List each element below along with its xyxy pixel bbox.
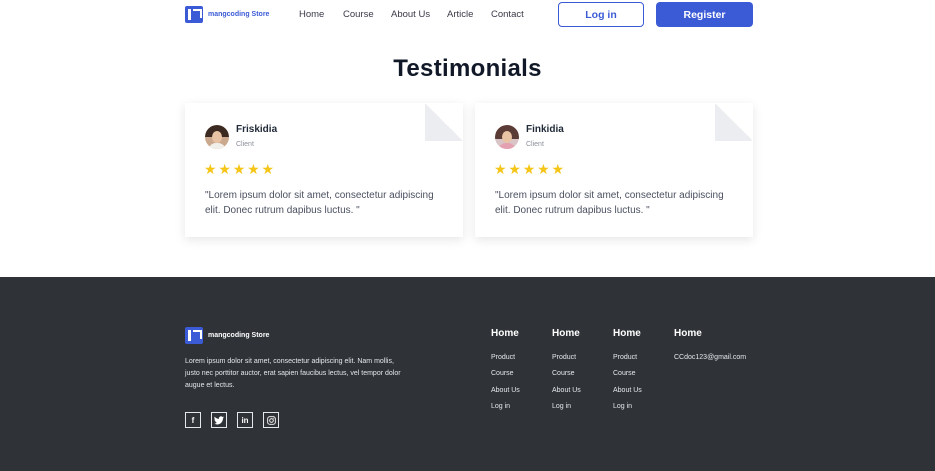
nav-link-article[interactable]: Article [447,9,473,20]
star-icon: ★ [232,161,246,177]
star-icon: ★ [218,161,231,177]
testimonial-name: Friskidia [236,124,278,135]
footer-link-course[interactable]: Course [613,370,636,377]
footer-column-title: Home [613,328,641,339]
nav-link-about-us[interactable]: About Us [391,9,430,20]
footer-column-title: Home [491,328,519,339]
register-button[interactable]: Register [656,2,753,27]
brand-name: mangcoding Store [208,11,270,18]
footer-link-login[interactable]: Log in [491,403,510,410]
login-button[interactable]: Log in [558,2,644,27]
footer-link-about-us[interactable]: About Us [613,387,642,394]
star-rating: ★ ★ ★ ★ ★ [204,161,276,177]
footer-link-login[interactable]: Log in [552,403,571,410]
footer: mangcoding Store Lorem ipsum dolor sit a… [0,277,935,471]
footer-link-about-us[interactable]: About Us [491,387,520,394]
testimonial-role: Client [236,141,254,148]
testimonial-card: Finkidia Client ★ ★ ★ ★ ★ "Lorem ipsum d… [475,103,753,237]
brand-logo[interactable]: mangcoding Store [185,6,269,23]
avatar [205,125,229,149]
testimonial-role: Client [526,141,544,148]
avatar [495,125,519,149]
footer-description: Lorem ipsum dolor sit amet, consectetur … [185,358,401,389]
footer-brand-logo[interactable]: mangcoding Store [185,327,269,344]
footer-link-product[interactable]: Product [491,354,515,361]
footer-link-login[interactable]: Log in [613,403,632,410]
star-icon: ★ [508,161,521,177]
footer-link-product[interactable]: Product [613,354,637,361]
footer-link-course[interactable]: Course [491,370,514,377]
footer-column-title: Home [552,328,580,339]
star-icon: ★ [522,161,536,177]
nav-link-course[interactable]: Course [343,9,374,20]
star-icon: ★ [537,161,550,177]
twitter-icon[interactable] [211,412,227,428]
footer-brand-name: mangcoding Store [208,332,270,339]
testimonial-name: Finkidia [526,124,564,135]
nav-link-contact[interactable]: Contact [491,9,524,20]
testimonials-title: Testimonials [393,55,542,82]
footer-link-product[interactable]: Product [552,354,576,361]
facebook-icon[interactable]: f [185,412,201,428]
star-icon: ★ [494,161,507,177]
footer-link-course[interactable]: Course [552,370,575,377]
star-icon: ★ [204,161,217,177]
testimonial-card: Friskidia Client ★ ★ ★ ★ ★ "Lorem ipsum … [185,103,463,237]
card-corner-fold [715,103,753,141]
linkedin-icon[interactable]: in [237,412,253,428]
footer-contact-email[interactable]: CCdoc123@gmail.com [674,354,746,361]
star-icon: ★ [261,161,274,177]
star-icon: ★ [247,161,260,177]
footer-link-about-us[interactable]: About Us [552,387,581,394]
footer-column-title: Home [674,328,702,339]
navbar: mangcoding Store Home Course About Us Ar… [0,0,935,30]
card-corner-fold [425,103,463,141]
testimonial-quote: "Lorem ipsum dolor sit amet, consectetur… [205,190,434,216]
instagram-icon[interactable] [263,412,279,428]
logo-mark-icon [185,327,203,344]
logo-mark-icon [185,6,203,23]
star-icon: ★ [551,161,564,177]
nav-link-home[interactable]: Home [299,9,324,20]
star-rating: ★ ★ ★ ★ ★ [494,161,566,177]
testimonial-quote: "Lorem ipsum dolor sit amet, consectetur… [495,190,724,216]
